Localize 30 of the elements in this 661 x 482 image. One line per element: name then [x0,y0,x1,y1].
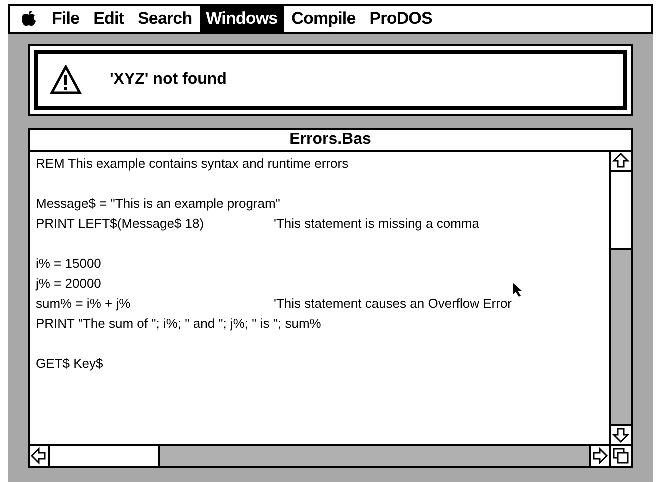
horizontal-scrollbar[interactable] [30,446,609,466]
code-line: j% = 20000 [36,275,102,293]
menu-item[interactable]: File [46,5,86,33]
alert-message: 'XYZ' not found [110,70,227,90]
menu-item[interactable]: ProDOS [364,5,438,33]
vertical-scrollbar[interactable] [609,152,631,444]
scroll-right-arrow-icon[interactable] [591,447,609,465]
scroll-down-arrow-icon[interactable] [612,426,630,444]
mouse-pointer-icon [512,282,522,298]
scroll-up-arrow-icon[interactable] [612,152,630,170]
code-comment: 'This statement causes an Overflow Error [274,295,512,313]
code-line: PRINT "The sum of "; i%; " and "; j%; " is "; sum% [36,315,322,333]
menu-item[interactable]: Search [132,5,198,33]
warning-icon [50,65,82,95]
apple-logo-icon[interactable] [20,10,38,28]
menu-item[interactable]: Windows [200,5,284,33]
menu-item[interactable]: Edit [88,5,130,33]
code-line: REM This example contains syntax and runtime errors [36,155,349,173]
menu-item[interactable]: Compile [286,5,362,33]
code-line: sum% = i% + j% [36,295,132,313]
code-line: Message$ = "This is an example program" [36,195,280,213]
code-line: PRINT LEFT$(Message$ 18) [36,215,206,233]
resize-box-icon[interactable] [613,448,629,464]
scroll-thumb[interactable] [50,446,160,466]
scroll-left-arrow-icon[interactable] [30,447,48,465]
code-line: GET$ Key$ [36,355,104,373]
code-comment: 'This statement is missing a comma [274,215,480,233]
code-line: i% = 15000 [36,255,102,273]
window-title: Errors.Bas [30,130,631,152]
scroll-thumb[interactable] [611,172,631,250]
